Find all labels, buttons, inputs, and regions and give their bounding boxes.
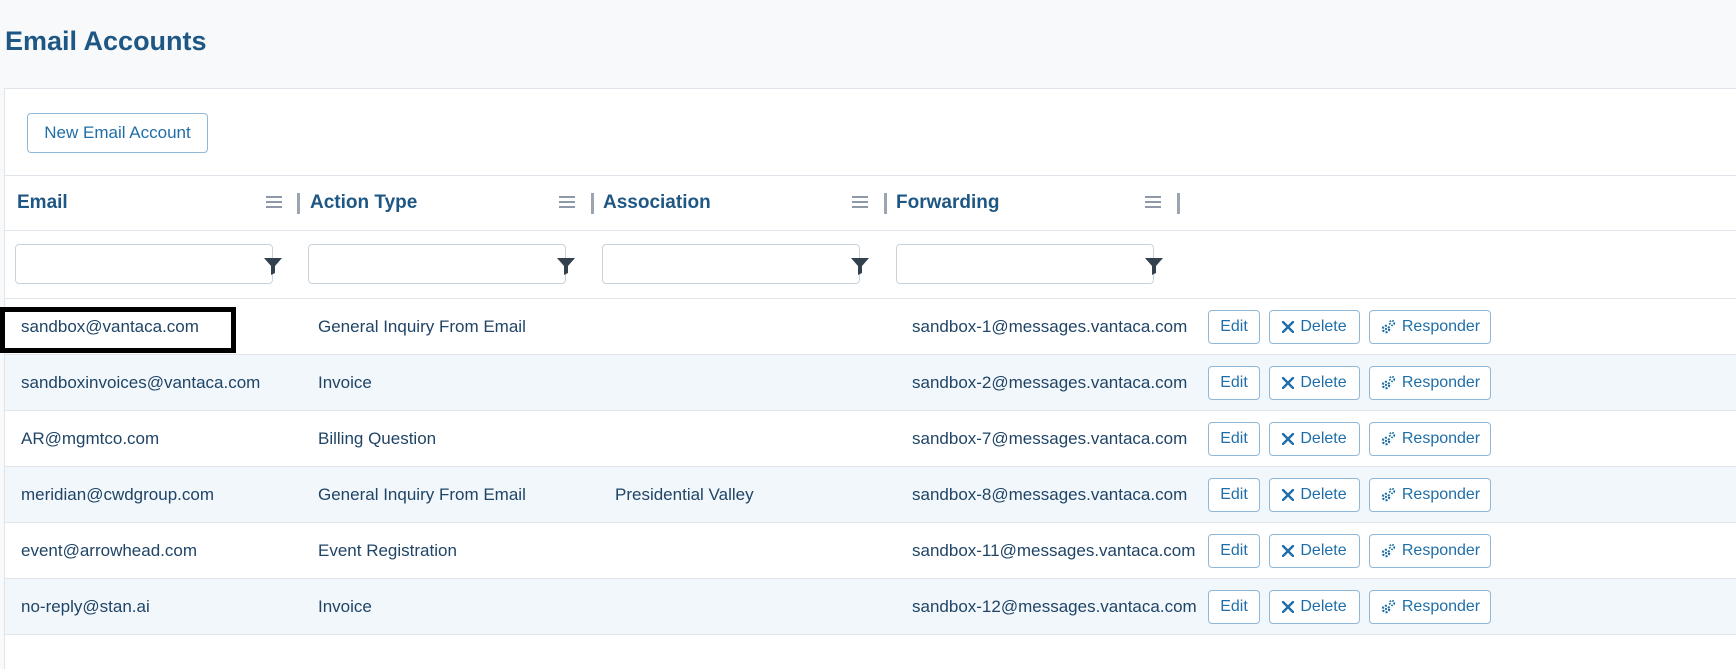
responder-button[interactable]: Responder: [1369, 534, 1491, 568]
edit-button-label: Edit: [1220, 374, 1248, 391]
delete-button-label: Delete: [1300, 318, 1347, 335]
gears-icon: [1381, 319, 1396, 334]
close-icon: [1282, 545, 1295, 557]
forwarding-cell: sandbox-8@messages.vantaca.com: [912, 484, 1188, 504]
email-accounts-panel: New Email Account Email Action Type Asso…: [4, 88, 1736, 669]
responder-button[interactable]: Responder: [1369, 366, 1491, 400]
delete-button[interactable]: Delete: [1269, 590, 1360, 624]
action-type-cell: General Inquiry From Email: [318, 316, 526, 336]
email-cell: meridian@cwdgroup.com: [21, 484, 215, 504]
gears-icon: [1381, 487, 1396, 502]
email-filter-input[interactable]: [15, 244, 273, 284]
email-filter-icon[interactable]: [263, 256, 283, 276]
column-resize-handle[interactable]: [1177, 193, 1180, 214]
column-menu-action-type-icon[interactable]: [559, 193, 575, 209]
delete-button-label: Delete: [1300, 374, 1347, 391]
table-row[interactable]: sandboxinvoices@vantaca.com Invoice sandbo…: [5, 355, 1736, 411]
column-header-action-type[interactable]: Action Type: [310, 176, 417, 230]
action-type-cell: Event Registration: [318, 540, 457, 560]
table-row[interactable]: event@arrowhead.com Event Registration san…: [5, 523, 1736, 579]
table-row[interactable]: AR@mgmtco.com Billing Question sandbox-7@m…: [5, 411, 1736, 467]
column-header-association[interactable]: Association: [603, 176, 711, 230]
close-icon: [1282, 601, 1295, 613]
edit-button[interactable]: Edit: [1208, 590, 1260, 624]
responder-button-label: Responder: [1401, 430, 1481, 447]
column-resize-handle[interactable]: [591, 193, 594, 214]
responder-button[interactable]: Responder: [1369, 590, 1491, 624]
email-cell: sandbox@vantaca.com: [21, 316, 199, 336]
edit-button-label: Edit: [1220, 542, 1248, 559]
gears-icon: [1381, 599, 1396, 614]
email-cell: AR@mgmtco.com: [21, 428, 160, 448]
edit-button-label: Edit: [1220, 598, 1248, 615]
delete-button[interactable]: Delete: [1269, 478, 1360, 512]
forwarding-cell: sandbox-11@messages.vantaca.com: [912, 540, 1196, 560]
column-header-forwarding[interactable]: Forwarding: [896, 176, 999, 230]
responder-button[interactable]: Responder: [1369, 478, 1491, 512]
delete-button[interactable]: Delete: [1269, 534, 1360, 568]
gears-icon: [1381, 543, 1396, 558]
forwarding-cell: sandbox-7@messages.vantaca.com: [912, 428, 1188, 448]
table-row[interactable]: no-reply@stan.ai Invoice sandbox-12@messag…: [5, 579, 1736, 635]
responder-button-label: Responder: [1401, 318, 1481, 335]
action-type-cell: Invoice: [318, 372, 372, 392]
column-resize-handle[interactable]: [297, 193, 300, 214]
edit-button[interactable]: Edit: [1208, 422, 1260, 456]
table-row[interactable]: meridian@cwdgroup.com General Inquiry Fro…: [5, 467, 1736, 523]
delete-button-label: Delete: [1300, 598, 1347, 615]
table-row[interactable]: sandbox@vantaca.com General Inquiry From …: [5, 299, 1736, 355]
gears-icon: [1381, 431, 1396, 446]
delete-button-label: Delete: [1300, 542, 1347, 559]
page-title: Email Accounts: [5, 26, 207, 56]
close-icon: [1282, 433, 1295, 445]
action-type-filter-icon[interactable]: [556, 256, 576, 276]
table-header: Email Action Type Association Forwarding: [5, 175, 1736, 231]
edit-button-label: Edit: [1220, 430, 1248, 447]
responder-button-label: Responder: [1401, 542, 1481, 559]
forwarding-cell: sandbox-12@messages.vantaca.com: [912, 596, 1197, 616]
action-type-cell: Invoice: [318, 596, 372, 616]
forwarding-filter-icon[interactable]: [1144, 256, 1164, 276]
column-menu-association-icon[interactable]: [852, 193, 868, 209]
close-icon: [1282, 489, 1295, 501]
association-filter-input[interactable]: [602, 244, 860, 284]
gears-icon: [1381, 375, 1396, 390]
delete-button[interactable]: Delete: [1269, 422, 1360, 456]
delete-button-label: Delete: [1300, 430, 1347, 447]
association-cell: Presidential Valley: [615, 484, 754, 504]
responder-button[interactable]: Responder: [1369, 310, 1491, 344]
forwarding-cell: sandbox-1@messages.vantaca.com: [912, 316, 1188, 336]
email-cell: event@arrowhead.com: [21, 540, 198, 560]
edit-button[interactable]: Edit: [1208, 534, 1260, 568]
new-email-account-button[interactable]: New Email Account: [27, 113, 208, 153]
delete-button-label: Delete: [1300, 486, 1347, 503]
email-cell: no-reply@stan.ai: [21, 596, 150, 616]
responder-button-label: Responder: [1401, 374, 1481, 391]
responder-button-label: Responder: [1401, 486, 1481, 503]
edit-button-label: Edit: [1220, 318, 1248, 335]
action-type-cell: Billing Question: [318, 428, 437, 448]
email-cell: sandboxinvoices@vantaca.com: [21, 372, 261, 392]
responder-button-label: Responder: [1401, 598, 1481, 615]
edit-button-label: Edit: [1220, 486, 1248, 503]
close-icon: [1282, 321, 1295, 333]
action-type-cell: General Inquiry From Email: [318, 484, 526, 504]
edit-button[interactable]: Edit: [1208, 310, 1260, 344]
edit-button[interactable]: Edit: [1208, 366, 1260, 400]
filter-row: [5, 230, 1736, 299]
forwarding-filter-input[interactable]: [896, 244, 1154, 284]
close-icon: [1282, 377, 1295, 389]
column-resize-handle[interactable]: [884, 193, 887, 214]
edit-button[interactable]: Edit: [1208, 478, 1260, 512]
action-type-filter-input[interactable]: [308, 244, 566, 284]
column-menu-email-icon[interactable]: [266, 193, 282, 209]
column-menu-forwarding-icon[interactable]: [1145, 193, 1161, 209]
delete-button[interactable]: Delete: [1269, 366, 1360, 400]
column-header-email[interactable]: Email: [17, 176, 68, 230]
responder-button[interactable]: Responder: [1369, 422, 1491, 456]
association-filter-icon[interactable]: [850, 256, 870, 276]
forwarding-cell: sandbox-2@messages.vantaca.com: [912, 372, 1188, 392]
delete-button[interactable]: Delete: [1269, 310, 1360, 344]
